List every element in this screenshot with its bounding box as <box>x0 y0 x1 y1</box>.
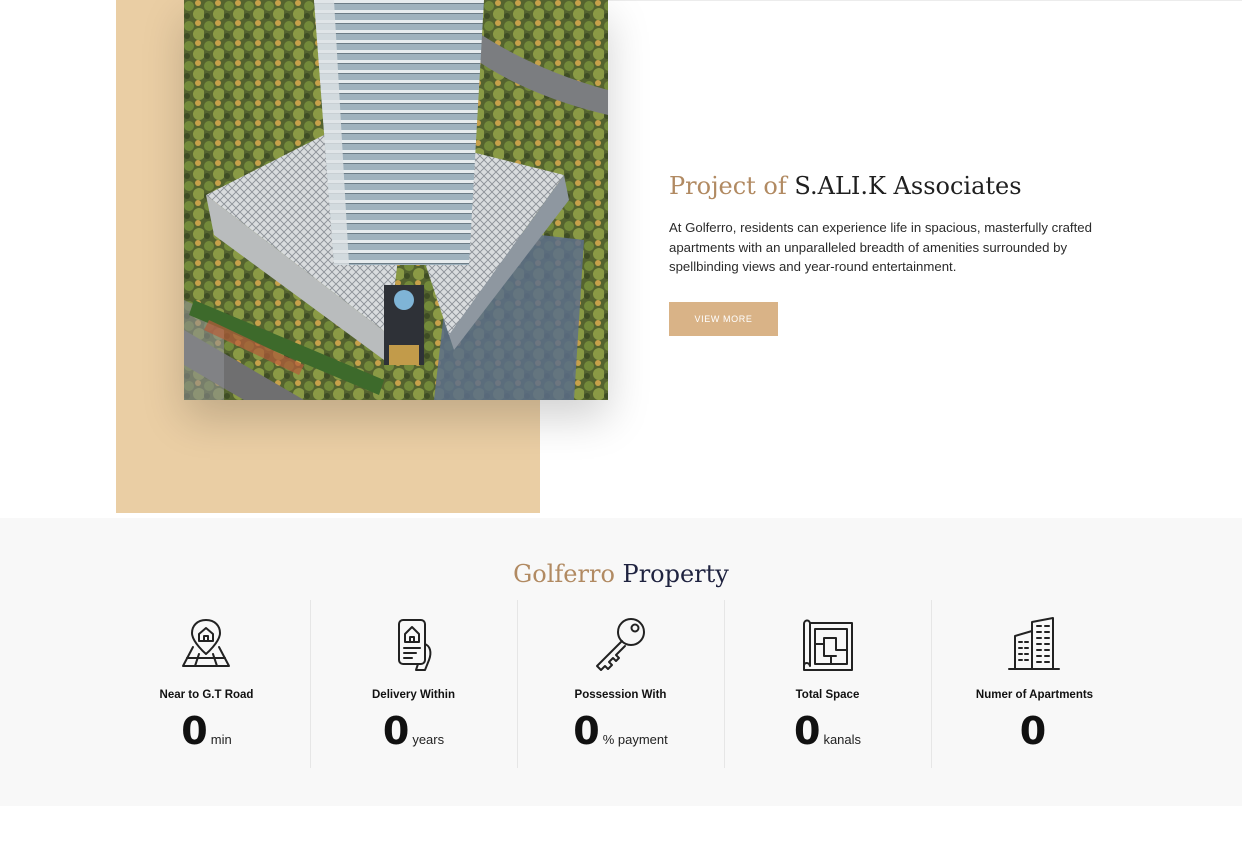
stat-value-group: 0 <box>931 708 1138 754</box>
project-title-main: S.ALI.K Associates <box>794 172 1022 200</box>
stat-near-gt-road: Near to G.T Road 0 min <box>103 600 310 768</box>
stat-value: 0 <box>1019 709 1047 753</box>
about-content: Project of S.ALI.K Associates At Golferr… <box>669 168 1109 336</box>
stat-value-group: 0 kanals <box>724 708 931 754</box>
stat-label: Numer of Apartments <box>975 689 1094 701</box>
house-listing-phone-icon <box>398 619 432 671</box>
stat-delivery-within: Delivery Within 0 years <box>310 600 517 768</box>
stat-value: 0 <box>793 709 821 753</box>
apartment-building-icon <box>1008 617 1060 670</box>
stat-possession-with: Possession With 0% payment <box>517 600 724 768</box>
stat-value-group: 0% payment <box>517 708 724 754</box>
stat-label: Possession With <box>574 689 667 701</box>
stat-label: Near to G.T Road <box>159 689 254 701</box>
property-section-title: Golferro Property <box>0 556 1242 592</box>
property-stats-section: Golferro Property Near to G.T Road 0min <box>0 518 1242 806</box>
property-title-main: Property <box>622 560 729 588</box>
view-more-button[interactable]: VIEW MORE <box>669 301 778 336</box>
stat-label: Delivery Within <box>372 689 455 701</box>
stat-value-group: 0 min <box>103 708 310 754</box>
divider <box>608 0 1242 1</box>
property-title-accent: Golferro <box>513 560 615 588</box>
project-title: Project of S.ALI.K Associates <box>669 168 1109 204</box>
stat-number-of-apartments: Numer of Apartments 0 <box>931 600 1138 768</box>
stat-value: 0 <box>573 709 600 753</box>
floor-plan-icon <box>803 619 853 671</box>
project-photo <box>184 0 608 400</box>
about-section: Project of S.ALI.K Associates At Golferr… <box>0 0 1242 518</box>
stat-value: 0 <box>382 709 410 753</box>
page: Project of S.ALI.K Associates At Golferr… <box>0 0 1242 848</box>
project-description: At Golferro, residents can experience li… <box>669 220 1092 274</box>
stat-unit: kanals <box>823 732 862 747</box>
stat-unit: years <box>412 732 445 747</box>
stats-row: Near to G.T Road 0 min Delivery Within 0… <box>103 600 1138 768</box>
stat-value: 0 <box>181 709 208 753</box>
stat-total-space: Total Space 0 kanals <box>724 600 931 768</box>
stat-unit: min <box>210 732 232 747</box>
stat-value-group: 0 years <box>310 708 517 754</box>
project-title-accent: Project of <box>669 172 787 200</box>
key-icon <box>596 618 645 671</box>
stat-unit: % payment <box>602 732 668 747</box>
location-map-icon <box>182 619 230 667</box>
stat-label: Total Space <box>795 689 860 701</box>
